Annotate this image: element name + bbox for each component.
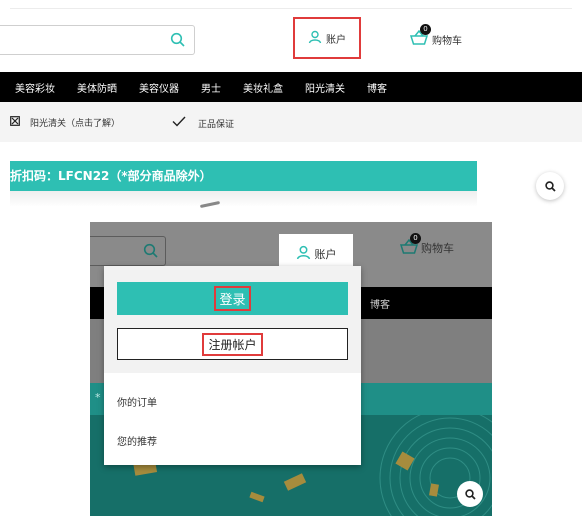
- account-button[interactable]: 账户: [293, 17, 361, 59]
- search-icon: [464, 485, 476, 504]
- user-icon: [296, 245, 311, 264]
- nav-item-blog[interactable]: 博客: [367, 80, 387, 95]
- zoom-button[interactable]: [536, 172, 564, 200]
- hero-image-strip: [10, 191, 477, 209]
- info-authentic-label: 正品保证: [198, 119, 235, 130]
- main-nav: 美容彩妆 美体防晒 美容仪器 男士 美妆礼盒 阳光清关 博客: [0, 72, 582, 102]
- search-icon[interactable]: [170, 32, 186, 52]
- login-label: 登录: [214, 286, 251, 311]
- close-box-icon: [10, 116, 20, 129]
- login-button[interactable]: 登录: [117, 282, 348, 315]
- nav-item-makeup[interactable]: 美容彩妆: [15, 80, 55, 95]
- top-divider: [10, 8, 572, 9]
- cart-count-badge: 0: [420, 24, 431, 35]
- menu-item-orders[interactable]: 你的订单: [117, 394, 157, 409]
- search-icon[interactable]: [143, 243, 159, 263]
- cart-button[interactable]: 0 购物车: [409, 24, 480, 52]
- zoom-button[interactable]: [457, 481, 483, 507]
- info-authentic: 正品保证: [172, 116, 234, 130]
- register-button[interactable]: 注册帐户: [117, 328, 348, 360]
- nav-item-blog[interactable]: 博客: [370, 296, 390, 311]
- info-bar: 阳光清关（点击了解） 正品保证: [0, 102, 582, 142]
- promo-fragment: *: [95, 391, 101, 404]
- search-icon: [544, 177, 556, 196]
- account-dropdown: 登录 注册帐户 你的订单 您的推荐: [104, 266, 361, 465]
- menu-item-recommendations[interactable]: 您的推荐: [117, 433, 157, 448]
- search-input[interactable]: [90, 236, 166, 266]
- info-customs-label: 阳光清关（点击了解）: [30, 119, 121, 129]
- basket-icon: 0: [399, 233, 421, 257]
- nav-item-gift-sets[interactable]: 美妆礼盒: [243, 80, 283, 95]
- account-label: 账户: [326, 34, 346, 46]
- account-dropdown-header: 登录 注册帐户: [104, 266, 361, 373]
- promo-banner[interactable]: 折扣码：LFCN22（*部分商品除外）: [10, 161, 477, 191]
- nav-item-men[interactable]: 男士: [201, 80, 221, 95]
- cart-label: 购物车: [432, 35, 462, 47]
- search-input[interactable]: [0, 25, 195, 55]
- info-customs[interactable]: 阳光清关（点击了解）: [10, 116, 120, 129]
- checkmark-icon: [172, 116, 186, 130]
- cart-label: 购物车: [421, 242, 454, 255]
- user-icon: [308, 29, 322, 48]
- register-label: 注册帐户: [202, 332, 263, 356]
- nav-item-customs[interactable]: 阳光清关: [305, 80, 345, 95]
- basket-icon: 0: [409, 24, 431, 48]
- nav-item-beauty-devices[interactable]: 美容仪器: [139, 80, 179, 95]
- cart-count-badge: 0: [410, 233, 421, 244]
- account-label: 账户: [314, 248, 337, 261]
- cart-button[interactable]: 0 购物车: [399, 233, 454, 257]
- nav-item-body-sun[interactable]: 美体防晒: [77, 80, 117, 95]
